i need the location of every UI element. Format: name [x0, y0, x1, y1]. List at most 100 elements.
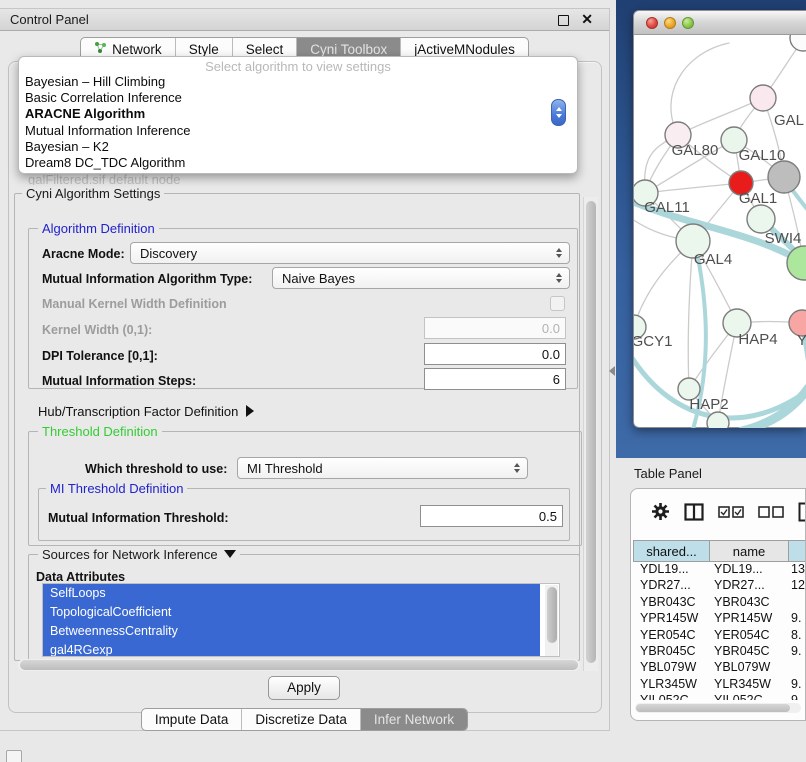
- hub-section-toggle[interactable]: Hub/Transcription Factor Definition: [38, 404, 254, 419]
- new-table-icon[interactable]: [798, 502, 806, 527]
- table-row[interactable]: YER054CYER054C8.: [633, 628, 806, 644]
- control-panel-titlebar[interactable]: Control Panel ✕: [0, 9, 609, 31]
- data-attribute-item[interactable]: SelfLoops: [43, 584, 540, 603]
- tab-impute-data[interactable]: Impute Data: [142, 709, 243, 730]
- table-cell: 9: [789, 693, 806, 700]
- which-threshold-label: Which threshold to use:: [85, 462, 227, 476]
- table-row[interactable]: YPR145WYPR145W9.: [633, 611, 806, 627]
- table-horizontal-scrollbar[interactable]: [635, 703, 801, 713]
- network-node-label: GAL4: [694, 251, 732, 268]
- tab-discretize-data[interactable]: Discretize Data: [242, 709, 361, 730]
- settings-vertical-scrollbar-thumb[interactable]: [586, 201, 596, 663]
- collapse-down-icon[interactable]: [224, 550, 236, 558]
- network-edge: [688, 241, 693, 389]
- attributes-scrollbar[interactable]: [545, 585, 558, 656]
- table-column-header[interactable]: shared...: [633, 540, 710, 562]
- network-view-window: GALGAL80GAL10GAL1GAL11SWI4GAL4GCY1HAP4YH…: [633, 10, 806, 428]
- gear-icon[interactable]: [651, 502, 670, 526]
- settings-horizontal-scrollbar-thumb[interactable]: [20, 660, 578, 670]
- table-cell: YDL19...: [633, 562, 710, 578]
- network-node[interactable]: [790, 35, 806, 51]
- mi-algorithm-type-select[interactable]: Naive Bayes: [272, 267, 570, 289]
- algorithm-option[interactable]: Bayesian – K2: [19, 139, 577, 155]
- apply-button[interactable]: Apply: [268, 676, 340, 700]
- table-cell: YDL19...: [710, 562, 789, 578]
- mi-threshold-input[interactable]: 0.5: [420, 505, 563, 527]
- table-row[interactable]: YIL052CYIL052C9: [633, 693, 806, 700]
- tab-label: Network: [112, 42, 162, 57]
- table-column-header[interactable]: A: [789, 540, 806, 562]
- algorithm-definition-title: Algorithm Definition: [38, 221, 159, 236]
- tab-infer-network[interactable]: Infer Network: [361, 709, 467, 730]
- cyni-algorithm-settings-title: Cyni Algorithm Settings: [22, 186, 164, 201]
- mi-threshold-definition-title: MI Threshold Definition: [46, 481, 187, 496]
- table-cell: YLR345W: [710, 677, 789, 693]
- tab-label: Style: [189, 42, 219, 57]
- algorithm-option[interactable]: Basic Correlation Inference: [19, 90, 577, 106]
- network-node[interactable]: [787, 246, 806, 280]
- settings-vertical-scrollbar[interactable]: [583, 197, 598, 671]
- mi-steps-input[interactable]: 6: [424, 368, 566, 390]
- algorithm-option[interactable]: Dream8 DC_TDC Algorithm: [19, 155, 577, 171]
- network-node[interactable]: [747, 205, 775, 233]
- close-traffic-light-icon[interactable]: [646, 17, 658, 29]
- table-cell: YPR145W: [633, 611, 710, 627]
- corner-grip-icon[interactable]: [6, 750, 22, 762]
- settings-horizontal-scrollbar[interactable]: [18, 659, 580, 671]
- attributes-scrollbar-thumb[interactable]: [547, 587, 557, 643]
- network-window-titlebar[interactable]: [634, 11, 806, 35]
- stepper-arrows-icon: [514, 463, 527, 473]
- table-cell: YBL079W: [633, 660, 710, 676]
- combo-stepper-icon[interactable]: [551, 99, 566, 126]
- algorithm-option[interactable]: ARACNE Algorithm: [19, 106, 577, 122]
- algorithm-option[interactable]: Bayesian – Hill Climbing: [19, 74, 577, 90]
- table-horizontal-scrollbar-thumb[interactable]: [636, 704, 790, 712]
- table-body: YDL19...YDL19...13YDR27...YDR27...12YBR0…: [633, 562, 806, 700]
- column-layout-icon[interactable]: [684, 503, 704, 526]
- data-attributes-list[interactable]: SelfLoopsTopologicalCoefficientBetweenne…: [42, 583, 560, 657]
- table-row[interactable]: YDL19...YDL19...13: [633, 562, 806, 578]
- sources-toggle[interactable]: Sources for Network Inference: [38, 547, 240, 562]
- mi-algorithm-type-label: Mutual Information Algorithm Type:: [42, 272, 252, 286]
- dpi-tolerance-input[interactable]: 0.0: [424, 343, 566, 365]
- deselect-all-checkboxes-icon[interactable]: [758, 505, 784, 523]
- table-row[interactable]: YDR27...YDR27...12: [633, 578, 806, 594]
- table-cell: 12: [789, 578, 806, 594]
- network-node[interactable]: [768, 161, 800, 193]
- which-threshold-select[interactable]: MI Threshold: [237, 457, 528, 479]
- table-cell: YIL052C: [633, 693, 710, 700]
- data-attribute-item[interactable]: gal4RGexp: [43, 641, 540, 657]
- mi-algorithm-type-value: Naive Bayes: [273, 271, 556, 286]
- stepper-arrows-icon: [556, 248, 569, 258]
- network-edge: [678, 98, 763, 135]
- panel-splitter-arrow-icon[interactable]: [609, 366, 615, 376]
- expand-right-icon[interactable]: [246, 405, 254, 417]
- stepper-arrows-icon: [556, 273, 569, 283]
- select-all-checkboxes-icon[interactable]: [718, 505, 744, 523]
- network-node-label: GAL80: [672, 142, 719, 159]
- data-attribute-item[interactable]: TopologicalCoefficient: [43, 603, 540, 622]
- table-toolbar: [631, 489, 806, 539]
- table-cell: [789, 660, 806, 676]
- algorithm-option[interactable]: Mutual Information Inference: [19, 123, 577, 139]
- float-window-icon[interactable]: [558, 15, 569, 26]
- data-attribute-item[interactable]: BetweennessCentrality: [43, 622, 540, 641]
- aracne-mode-select[interactable]: Discovery: [130, 242, 570, 264]
- table-row[interactable]: YBL079WYBL079W: [633, 660, 806, 676]
- table-cell: YPR145W: [710, 611, 789, 627]
- minimize-traffic-light-icon[interactable]: [664, 17, 676, 29]
- close-icon[interactable]: ✕: [581, 11, 593, 28]
- table-row[interactable]: YBR043CYBR043C: [633, 595, 806, 611]
- network-edge: [671, 43, 729, 135]
- table-row[interactable]: YBR045CYBR045C9.: [633, 644, 806, 660]
- zoom-traffic-light-icon[interactable]: [682, 17, 694, 29]
- tab-label: Infer Network: [374, 712, 454, 727]
- network-node[interactable]: [707, 412, 729, 428]
- table-panel-title: Table Panel: [634, 466, 702, 481]
- table-row[interactable]: YLR345WYLR345W9.: [633, 677, 806, 693]
- network-canvas[interactable]: GALGAL80GAL10GAL1GAL11SWI4GAL4GCY1HAP4YH…: [634, 35, 806, 428]
- which-threshold-value: MI Threshold: [238, 461, 514, 476]
- table-column-header[interactable]: name: [710, 540, 789, 562]
- network-node[interactable]: [750, 85, 776, 111]
- table-cell: 9.: [789, 677, 806, 693]
